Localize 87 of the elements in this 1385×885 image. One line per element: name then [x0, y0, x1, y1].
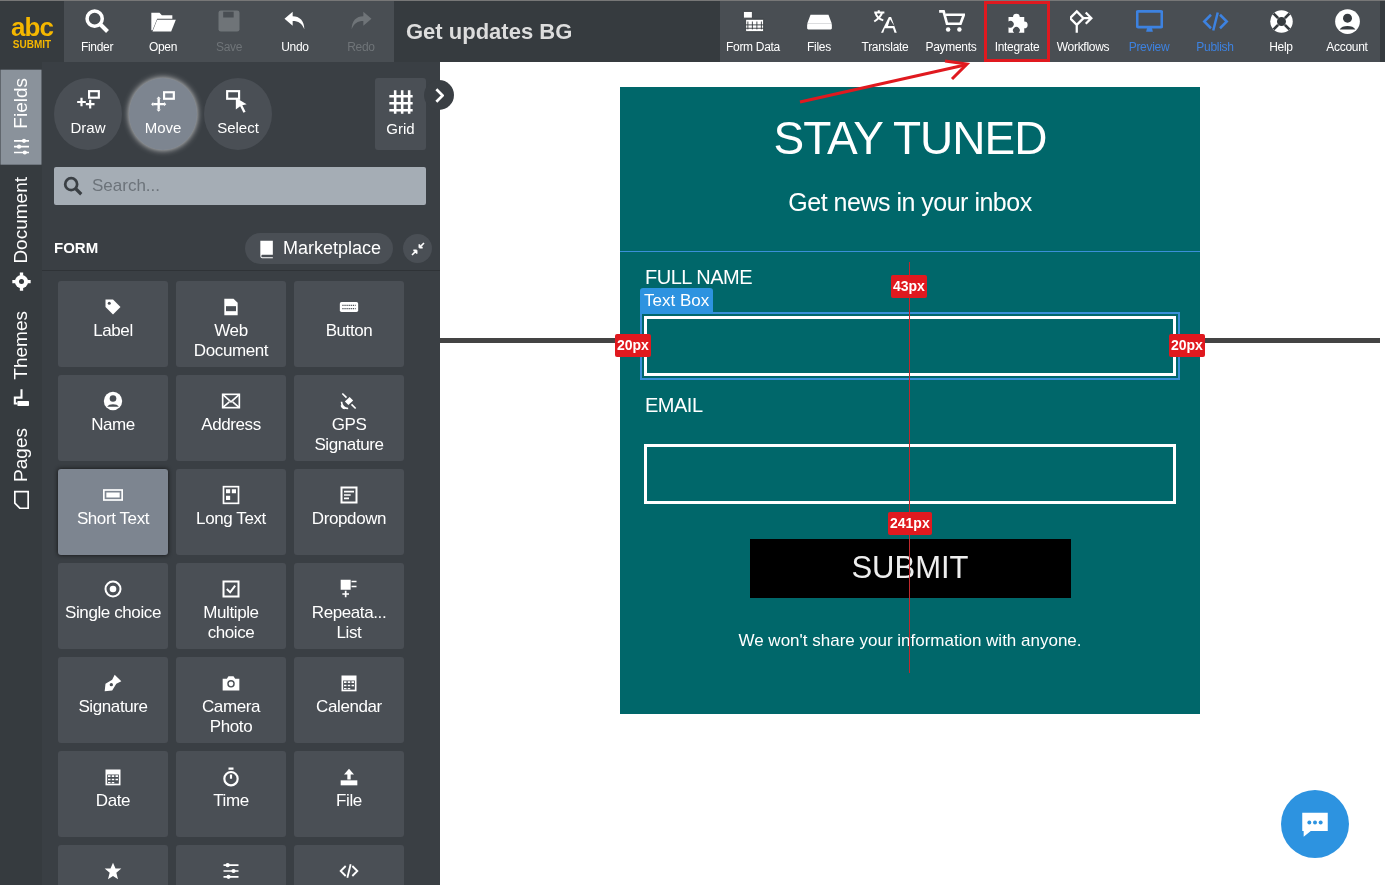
document-title: Get updates BG [405, 18, 574, 46]
person-icon [103, 391, 123, 411]
field-tile[interactable]: GPS Signature [294, 375, 404, 461]
side-tab[interactable]: Themes [0, 303, 42, 416]
field-tile[interactable]: Address [176, 375, 286, 461]
help-icon [1267, 7, 1295, 35]
field-tile[interactable]: Calendar [294, 657, 404, 743]
field-label: FULL NAME [645, 265, 752, 291]
field-tile[interactable]: Single choice [58, 563, 168, 649]
pen-icon [103, 673, 123, 693]
settings-icon [11, 271, 31, 292]
form-subtitle: Get news in your inbox [620, 183, 1200, 253]
field-tile[interactable]: File [294, 751, 404, 837]
shrink-icon [409, 240, 426, 257]
search-icon [83, 7, 111, 35]
field-tile[interactable]: Time [176, 751, 286, 837]
logo-text: SUBMIT [12, 39, 52, 50]
list-icon [339, 579, 359, 599]
field-tile[interactable]: Button [294, 281, 404, 367]
measure-label: 20px [1169, 334, 1205, 357]
code-icon [339, 861, 359, 881]
dropdown-icon [339, 485, 359, 505]
field-tile[interactable]: Multiple choice [176, 563, 286, 649]
side-tab[interactable]: Document [0, 168, 42, 300]
toolbar-button[interactable]: Undo [262, 1, 328, 62]
field-tile[interactable]: Signature [58, 657, 168, 743]
calendar-icon [103, 767, 123, 787]
toolbar-button[interactable]: Account [1314, 1, 1380, 62]
marketplace-button[interactable]: Marketplace [244, 233, 393, 264]
stopwatch-icon [221, 767, 241, 787]
measure-label: 43px [891, 275, 927, 298]
tag-icon [103, 297, 123, 317]
field-tile[interactable]: Repeata... List [294, 563, 404, 649]
move-icon [150, 88, 176, 115]
toolbar-button[interactable]: Integrate [984, 1, 1050, 62]
sliders-icon [11, 136, 31, 157]
toolbar-button[interactable]: Finder [64, 1, 130, 62]
checkbox-icon [221, 579, 241, 599]
mode-button[interactable]: Draw [54, 78, 122, 150]
chevron-right-icon [434, 87, 444, 103]
field-tile[interactable]: Web Document [176, 281, 286, 367]
camera-icon [221, 673, 241, 693]
field-tile[interactable]: Label [58, 281, 168, 367]
field-tile[interactable]: Date [58, 751, 168, 837]
grid-button[interactable]: Grid [375, 78, 426, 150]
field-tile[interactable]: Camera Photo [176, 657, 286, 743]
toolbar-button[interactable]: Form Data [720, 1, 786, 62]
monitor-icon [1135, 7, 1163, 35]
toolbar-button[interactable]: Translate [852, 1, 918, 62]
logo[interactable]: abc SUBMIT [0, 1, 64, 62]
form-title: STAY TUNED [772, 111, 1048, 164]
satellite-icon [339, 391, 359, 411]
envelope-icon [221, 391, 241, 411]
cart-icon [937, 7, 965, 35]
search-icon [62, 175, 84, 197]
selection-tag: Text Box [640, 288, 714, 314]
field-tile[interactable]: Long Text [176, 469, 286, 555]
calendar-icon [339, 673, 359, 693]
text-area-icon [221, 485, 241, 505]
section-title: FORM [54, 238, 99, 259]
radio-icon [103, 579, 123, 599]
mode-button[interactable]: Select [204, 78, 272, 150]
field-tile[interactable]: Name [58, 375, 168, 461]
translate-icon [871, 7, 899, 35]
star-icon [103, 861, 123, 881]
measure-label: 241px [888, 512, 932, 535]
field-label: EMAIL [645, 393, 703, 419]
paint-roller-icon [11, 387, 31, 408]
field-tile[interactable]: Dropdown [294, 469, 404, 555]
collapse-panel-button[interactable] [403, 234, 432, 263]
upload-icon [339, 767, 359, 787]
search-field[interactable]: Search... [54, 167, 426, 205]
logo-mark: abc [11, 13, 53, 40]
measure-label: 20px [615, 334, 651, 357]
field-tile[interactable]: Short Text [58, 469, 168, 555]
toolbar-button[interactable]: Payments [918, 1, 984, 62]
toolbar-button[interactable]: Open [130, 1, 196, 62]
toolbar-button[interactable]: Workflows [1050, 1, 1116, 62]
side-tab[interactable]: Pages [0, 419, 42, 518]
mode-button[interactable]: Move [129, 78, 197, 150]
sliders-icon [221, 861, 241, 881]
toolbar-button[interactable]: Help [1248, 1, 1314, 62]
account-icon [1333, 7, 1361, 35]
toolbar-button[interactable]: Files [786, 1, 852, 62]
document-icon [221, 297, 241, 317]
page-icon [11, 489, 31, 510]
grid-icon [386, 87, 415, 116]
